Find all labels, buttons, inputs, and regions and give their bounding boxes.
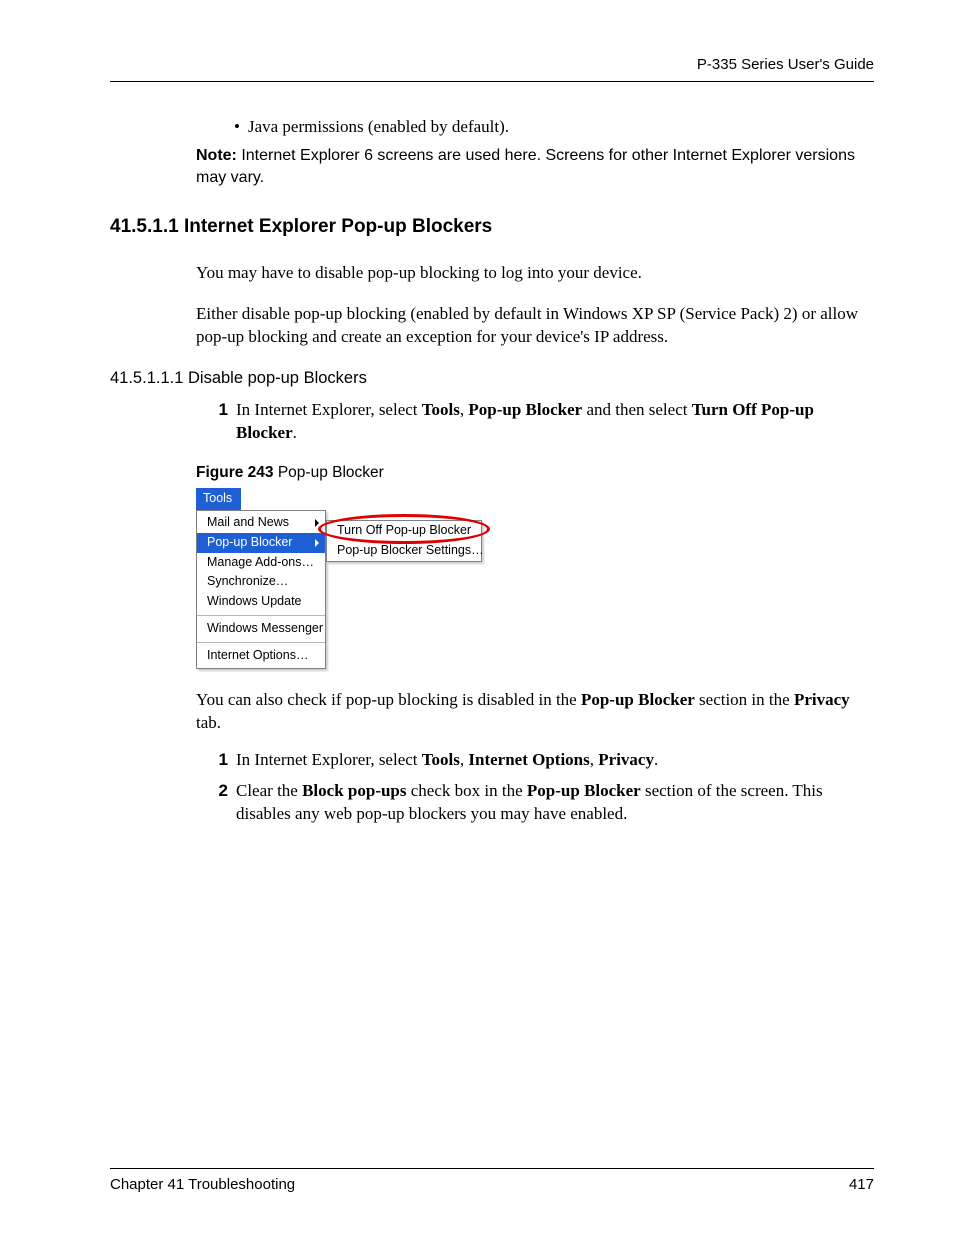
step-number: 1 bbox=[214, 749, 228, 772]
menu-separator bbox=[197, 642, 325, 643]
paragraph: Either disable pop-up blocking (enabled … bbox=[196, 303, 874, 349]
bullet-text: Java permissions (enabled by default). bbox=[248, 116, 509, 139]
menu-item-internet-options[interactable]: Internet Options… bbox=[197, 646, 325, 666]
note-label: Note: bbox=[196, 147, 237, 164]
paragraph: You may have to disable pop-up blocking … bbox=[196, 262, 874, 285]
note-text: Internet Explorer 6 screens are used her… bbox=[196, 147, 855, 186]
figure-screenshot: Tools Mail and News Pop-up Blocker Manag… bbox=[196, 488, 486, 669]
figure-label: Figure 243 bbox=[196, 464, 274, 481]
page-content: • Java permissions (enabled by default).… bbox=[110, 116, 874, 1168]
step-number: 1 bbox=[214, 399, 228, 445]
heading-415111: 41.5.1.1.1 Disable pop-up Blockers bbox=[110, 367, 874, 389]
submenu-item-settings[interactable]: Pop-up Blocker Settings… bbox=[327, 541, 481, 561]
chevron-right-icon bbox=[315, 519, 319, 527]
heading-num: 41.5.1.1.1 bbox=[110, 369, 183, 387]
menu-separator bbox=[197, 615, 325, 616]
procedure-step: 2 Clear the Block pop-ups check box in t… bbox=[214, 780, 874, 826]
step-text: Clear the Block pop-ups check box in the… bbox=[236, 780, 874, 826]
heading-title: Internet Explorer Pop-up Blockers bbox=[179, 216, 493, 237]
menu-item-manage-addons[interactable]: Manage Add-ons… bbox=[197, 553, 325, 573]
bullet-item: • Java permissions (enabled by default). bbox=[234, 116, 874, 139]
tools-menu-panel: Mail and News Pop-up Blocker Manage Add-… bbox=[196, 510, 326, 669]
bullet-dot: • bbox=[234, 116, 240, 139]
menu-item-synchronize[interactable]: Synchronize… bbox=[197, 572, 325, 592]
figure-caption: Figure 243 Pop-up Blocker bbox=[196, 463, 874, 484]
page-header: P-335 Series User's Guide bbox=[110, 55, 874, 82]
procedure-list: 1 In Internet Explorer, select Tools, In… bbox=[214, 749, 874, 826]
note-block: Note: Internet Explorer 6 screens are us… bbox=[196, 145, 874, 188]
step-text: In Internet Explorer, select Tools, Pop-… bbox=[236, 399, 874, 445]
menu-item-windows-update[interactable]: Windows Update bbox=[197, 592, 325, 612]
popup-blocker-submenu: Turn Off Pop-up Blocker Pop-up Blocker S… bbox=[326, 520, 482, 562]
heading-title: Disable pop-up Blockers bbox=[183, 369, 366, 387]
figure-title: Pop-up Blocker bbox=[274, 464, 384, 481]
menu-item-mail-news[interactable]: Mail and News bbox=[197, 513, 325, 533]
paragraph: You can also check if pop-up blocking is… bbox=[196, 689, 874, 735]
menu-item-popup-blocker[interactable]: Pop-up Blocker bbox=[197, 533, 325, 553]
step-text: In Internet Explorer, select Tools, Inte… bbox=[236, 749, 658, 772]
guide-title: P-335 Series User's Guide bbox=[697, 56, 874, 73]
procedure-step: 1 In Internet Explorer, select Tools, Po… bbox=[214, 399, 874, 445]
step-number: 2 bbox=[214, 780, 228, 826]
footer-chapter: Chapter 41 Troubleshooting bbox=[110, 1175, 295, 1195]
submenu-item-turn-off[interactable]: Turn Off Pop-up Blocker bbox=[327, 521, 481, 541]
footer-page-number: 417 bbox=[849, 1175, 874, 1195]
procedure-step: 1 In Internet Explorer, select Tools, In… bbox=[214, 749, 874, 772]
heading-41511: 41.5.1.1 Internet Explorer Pop-up Blocke… bbox=[110, 214, 874, 240]
heading-num: 41.5.1.1 bbox=[110, 216, 179, 237]
chevron-right-icon bbox=[315, 539, 319, 547]
procedure-list: 1 In Internet Explorer, select Tools, Po… bbox=[214, 399, 874, 445]
menu-item-windows-messenger[interactable]: Windows Messenger bbox=[197, 619, 325, 639]
tools-menu-button[interactable]: Tools bbox=[196, 488, 241, 510]
page-footer: Chapter 41 Troubleshooting 417 bbox=[110, 1168, 874, 1195]
